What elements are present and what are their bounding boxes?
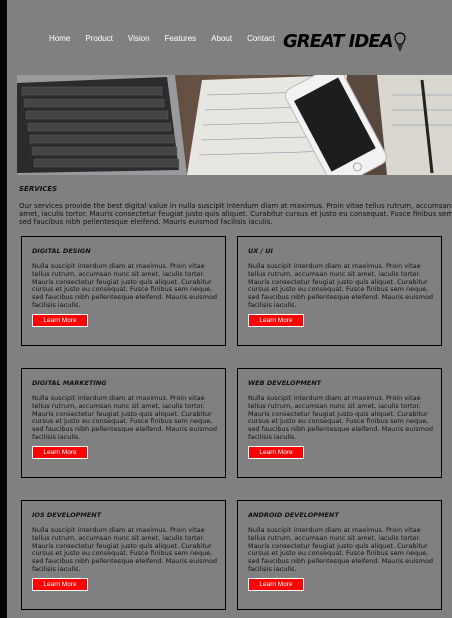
services-intro: Our services provide the best digital va… [19,202,452,228]
card-text: Nulla suscipit interdum diam at maximus.… [248,394,434,441]
nav-item-contact[interactable]: Contact [247,34,275,43]
card-text: Nulla suscipit interdum diam at maximus.… [248,262,434,309]
card-title: ANDROID DEVELOPMENT [248,511,339,519]
learn-more-button[interactable]: Learn More [248,446,304,459]
service-card-digital-marketing: DIGITAL MARKETING Nulla suscipit interdu… [21,368,226,478]
nav-item-features[interactable]: Features [165,34,197,43]
service-card-digital-design: DIGITAL DESIGN Nulla suscipit interdum d… [21,236,226,346]
main-nav: Home Product Vision Features About Conta… [49,34,275,43]
learn-more-button[interactable]: Learn More [32,314,88,327]
learn-more-button[interactable]: Learn More [248,578,304,591]
service-card-ios-development: IOS DEVELOPMENT Nulla suscipit interdum … [21,500,226,610]
services-heading: SERVICES [19,185,58,193]
card-title: IOS DEVELOPMENT [32,511,102,519]
card-text: Nulla suscipit interdum diam at maximus.… [32,394,218,441]
brand-logo[interactable]: GREAT IDEA [283,31,406,52]
nav-item-home[interactable]: Home [49,34,70,43]
left-edge-bar [0,0,7,618]
service-card-android-development: ANDROID DEVELOPMENT Nulla suscipit inter… [237,500,442,610]
services-intro-line: sed faucibus nibh pellentesque eleifend.… [19,218,273,226]
card-text: Nulla suscipit interdum diam at maximus.… [32,526,218,573]
lightbulb-icon [393,31,406,51]
card-title: DIGITAL MARKETING [32,379,107,387]
learn-more-button[interactable]: Learn More [32,578,88,591]
nav-item-product[interactable]: Product [85,34,113,43]
card-text: Nulla suscipit interdum diam at maximus.… [248,526,434,573]
learn-more-button[interactable]: Learn More [32,446,88,459]
card-text: Nulla suscipit interdum diam at maximus.… [32,262,218,309]
nav-item-about[interactable]: About [211,34,232,43]
card-title: DIGITAL DESIGN [32,247,91,255]
service-card-web-development: WEB DEVELOPMENT Nulla suscipit interdum … [237,368,442,478]
learn-more-button[interactable]: Learn More [248,314,304,327]
service-card-ux-ui: UX / UI Nulla suscipit interdum diam at … [237,236,442,346]
logo-text: GREAT IDEA [283,31,394,52]
hero-image [17,75,452,175]
services-intro-line: amet, iaculis tortor. Mauris consectetur… [19,210,452,218]
card-title: WEB DEVELOPMENT [248,379,322,387]
card-title: UX / UI [248,247,273,255]
nav-item-vision[interactable]: Vision [128,34,150,43]
services-intro-line: Our services provide the best digital va… [19,202,452,210]
